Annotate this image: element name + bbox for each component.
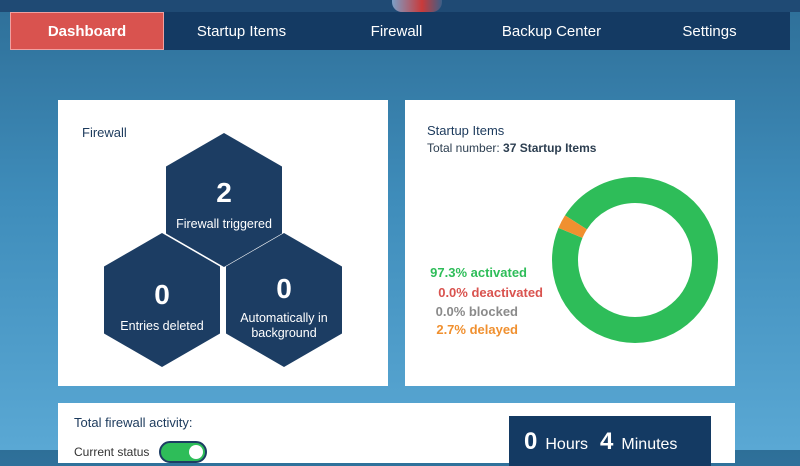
startup-total-label: Total number: (427, 141, 500, 155)
entries-deleted-label: Entries deleted (120, 319, 204, 333)
firewall-activity-card: Total firewall activity: Current status … (58, 403, 735, 466)
tab-firewall[interactable]: Firewall (319, 12, 474, 50)
top-strip (0, 0, 800, 12)
header-logo-graphic (392, 0, 442, 12)
firewall-card[interactable]: Firewall 2 Firewall triggered 0 Entries … (58, 100, 388, 386)
timer-hours: 0 (524, 428, 538, 455)
firewall-triggered-label: Firewall triggered (176, 217, 272, 231)
tab-settings[interactable]: Settings (629, 12, 790, 50)
main-nav: Dashboard Startup Items Firewall Backup … (10, 12, 790, 50)
startup-total: Total number: 37 Startup Items (427, 141, 596, 155)
toggle-knob (189, 445, 204, 459)
auto-background-label: Automatically in background (240, 311, 328, 340)
auto-background-count: 0 (276, 273, 292, 304)
entries-deleted-count: 0 (154, 279, 170, 310)
timer-minutes: 4 (600, 428, 614, 455)
tab-startup-items[interactable]: Startup Items (164, 12, 319, 50)
activity-title: Total firewall activity: (74, 415, 193, 430)
legend-activated: 97.3% activated (430, 265, 527, 280)
legend-blocked: 0.0% blocked (435, 304, 518, 319)
activity-timer: 0 Hours 4 Minutes (509, 416, 711, 466)
donut-slice-activated (552, 177, 718, 343)
status-toggle[interactable] (159, 441, 208, 463)
current-status-label: Current status (74, 445, 150, 459)
timer-minutes-unit: Minutes (621, 436, 678, 453)
startup-items-card[interactable]: Startup Items Total number: 37 Startup I… (405, 100, 735, 386)
tab-backup-center[interactable]: Backup Center (474, 12, 629, 50)
startup-card-title: Startup Items (427, 123, 505, 138)
firewall-card-title: Firewall (82, 125, 127, 140)
legend-delayed: 2.7% delayed (436, 322, 518, 337)
timer-hours-unit: Hours (545, 436, 589, 453)
startup-donut-chart (552, 177, 718, 343)
legend-deactivated: 0.0% deactivated (438, 285, 543, 300)
current-status-row: Current status (74, 441, 208, 463)
firewall-triggered-count: 2 (216, 177, 232, 208)
tab-dashboard[interactable]: Dashboard (10, 12, 164, 50)
startup-total-value: 37 Startup Items (503, 141, 597, 155)
